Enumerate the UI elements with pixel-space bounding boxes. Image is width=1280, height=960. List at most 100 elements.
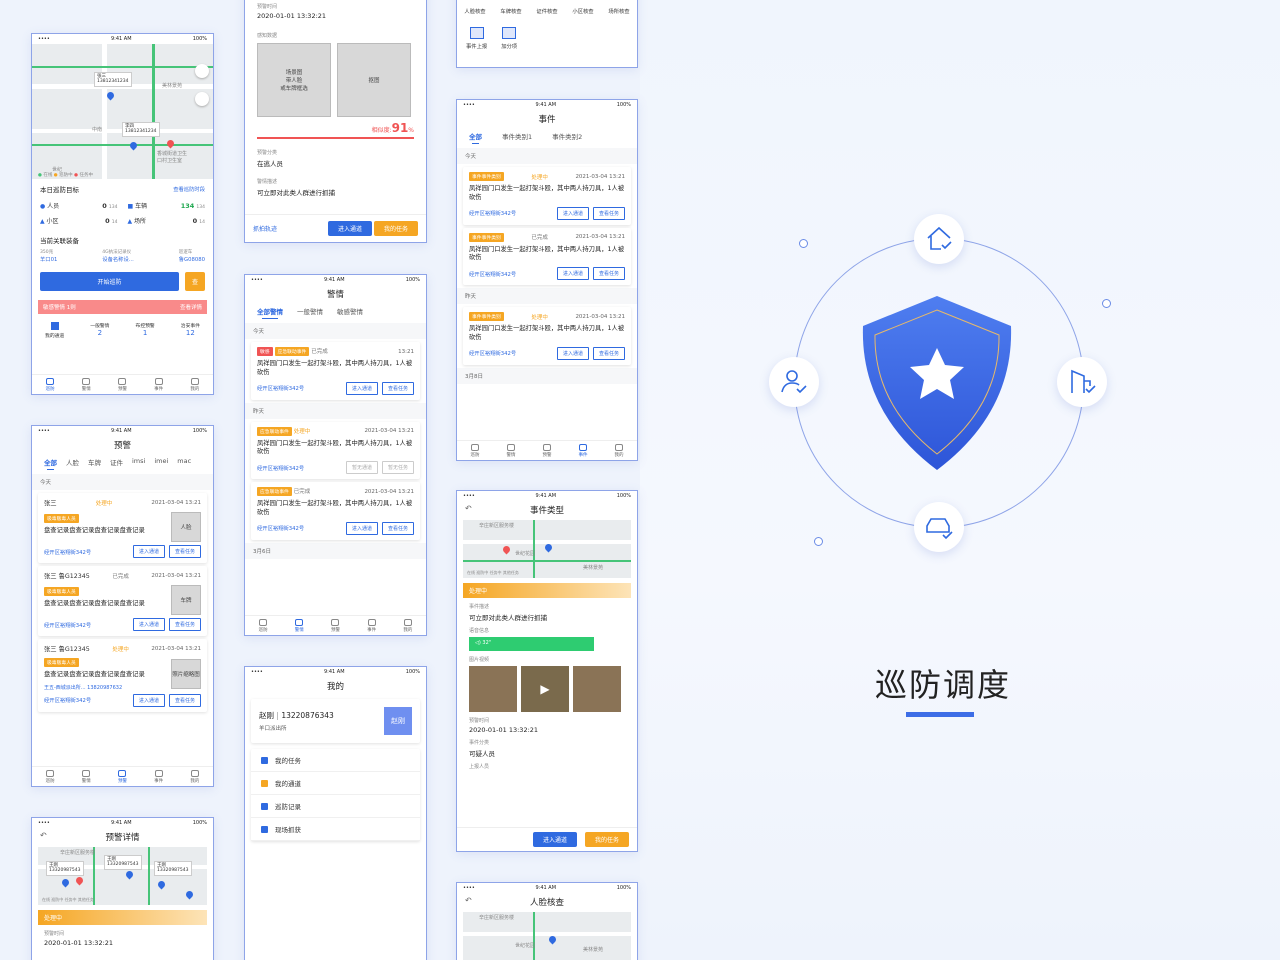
tab-all-events[interactable]: 全部: [469, 131, 482, 144]
check-button[interactable]: 查: [184, 272, 205, 291]
start-patrol-button[interactable]: 开始巡防: [40, 272, 179, 291]
nav-patrol[interactable]: 巡防: [471, 443, 480, 458]
tab-imei[interactable]: imei: [154, 457, 168, 467]
nav-alerts[interactable]: 警情: [507, 443, 516, 458]
menu-my-tasks[interactable]: 我的任务: [251, 749, 420, 772]
back-icon[interactable]: ↶: [465, 504, 472, 513]
patrol-pin-icon[interactable]: [543, 542, 554, 553]
enter-channel-button[interactable]: 进入通道: [556, 346, 589, 360]
face-check-item[interactable]: 人脸核查: [464, 7, 485, 15]
back-icon[interactable]: ↶: [40, 831, 47, 840]
nav-alerts[interactable]: 警情: [82, 769, 91, 784]
plate-check-item[interactable]: 车牌核查: [500, 7, 521, 15]
tab-event-type-2[interactable]: 事件类别2: [552, 131, 582, 141]
my-task-button[interactable]: 我的任务: [584, 832, 629, 847]
view-task-button[interactable]: 查看任务: [168, 545, 201, 558]
bonus-item[interactable]: 加分项: [501, 27, 517, 50]
nav-patrol[interactable]: 巡防: [46, 769, 55, 784]
control-alert-count[interactable]: 布控预警 1: [136, 322, 155, 339]
nav-alerts[interactable]: 警情: [82, 377, 91, 392]
nav-warnings[interactable]: 预警: [118, 377, 127, 392]
person-check-icon[interactable]: [769, 357, 819, 407]
tab-sensitive-incidents[interactable]: 敏感警情: [337, 306, 363, 316]
plate-thumbnail[interactable]: 车牌: [171, 585, 201, 615]
no-channel-button[interactable]: 暂无通道: [345, 461, 378, 475]
warning-card[interactable]: 张三 鲁G12345 处理中 2021-03-04 13:21 吸毒贩毒人员 盘查记录…: [38, 639, 207, 712]
event-report-item[interactable]: 事件上报: [466, 27, 487, 50]
no-task-button[interactable]: 暂无任务: [381, 461, 414, 475]
view-period-link[interactable]: 查看巡防时段: [173, 185, 205, 193]
enter-channel-button[interactable]: 进入通道: [556, 267, 589, 281]
venue-check-item[interactable]: 场所核查: [608, 7, 629, 15]
view-task-button[interactable]: 查看任务: [592, 346, 625, 360]
event-pin-icon[interactable]: [501, 544, 512, 555]
nav-warnings[interactable]: 预警: [543, 443, 552, 458]
patrol-pin-icon[interactable]: [156, 879, 167, 890]
event-card[interactable]: 事件事件类别 处理中 2021-03-04 13:21 凤祥园门口发生一起打架斗殴，…: [463, 307, 631, 365]
vehicle-check-icon[interactable]: [914, 502, 964, 552]
enter-channel-button[interactable]: 进入通道: [132, 618, 165, 631]
message-icon[interactable]: [195, 64, 209, 78]
security-event-count[interactable]: 治安事件 12: [181, 322, 200, 339]
menu-onsite-capture[interactable]: 现场抓获: [251, 818, 420, 841]
incident-card[interactable]: 敏感 应急联动事件 已完成 13:21 凤祥园门口发生一起打架斗殴，其中两人持刀具…: [251, 342, 420, 400]
media-thumbnail[interactable]: [469, 666, 517, 712]
enter-channel-button[interactable]: 进入通道: [328, 221, 373, 236]
nav-events[interactable]: 事件: [579, 443, 588, 458]
event-map[interactable]: 辛庄新区服务楼 世纪花园 美林景苑 在线 巡防中 任务中 其他任务: [463, 520, 631, 578]
detail-map[interactable]: 辛庄新区服务楼 王刚 13320987543 王刚 13320987543 王刚 13…: [38, 847, 207, 905]
id-check-item[interactable]: 证件核查: [536, 7, 557, 15]
photo-thumbnail[interactable]: 照片缩略图: [171, 659, 201, 690]
nav-alerts[interactable]: 警情: [295, 618, 304, 633]
nav-mine[interactable]: 我的: [615, 443, 624, 458]
tab-event-type-1[interactable]: 事件类别1: [502, 131, 532, 141]
scene-image[interactable]: 场景图 带人脸 或车牌框选: [257, 43, 331, 117]
avatar[interactable]: 赵刚: [384, 707, 412, 735]
warning-card[interactable]: 张三 鲁G12345 已完成 2021-03-04 13:21 吸毒贩毒人员 盘查记录…: [38, 566, 207, 636]
tab-mac[interactable]: mac: [177, 457, 191, 467]
nav-events[interactable]: 事件: [154, 769, 163, 784]
patrol-map[interactable]: 张三 13812341234 中南 李四 13812341234 香城街道卫生 口村…: [32, 44, 213, 179]
my-channel-shortcut[interactable]: 我的通道: [45, 322, 64, 339]
face-check-map[interactable]: 辛庄新区服务楼 世纪花园 美林景苑: [463, 912, 631, 960]
view-task-button[interactable]: 查看任务: [168, 693, 201, 707]
event-card[interactable]: 事件事件类别 已完成 2021-03-04 13:21 凤祥园门口发生一起打架斗殴，…: [463, 227, 631, 286]
alert-pin-icon[interactable]: [165, 138, 176, 149]
tab-imsi[interactable]: imsi: [132, 457, 145, 467]
nav-mine[interactable]: 我的: [190, 769, 199, 784]
capture-track-link[interactable]: 抓拍轨迹: [253, 224, 277, 233]
enter-channel-button[interactable]: 进入通道: [132, 693, 165, 707]
video-thumbnail[interactable]: ▶: [521, 666, 569, 712]
enter-channel-button[interactable]: 进入通道: [132, 545, 165, 558]
tab-general-incidents[interactable]: 一般警情: [297, 306, 323, 316]
warning-card[interactable]: 张三 处理中 2021-03-04 13:21 吸毒贩毒人员 盘查记录盘查记录盘查记录…: [38, 493, 207, 563]
patrol-pin-icon[interactable]: [124, 869, 135, 880]
patrol-pin-icon[interactable]: [105, 90, 116, 101]
community-check-item[interactable]: 小区核查: [572, 7, 593, 15]
incident-card[interactable]: 应急联动事件 处理中 2021-03-04 13:21 凤祥园门口发生一起打架斗殴…: [251, 421, 420, 480]
menu-my-channels[interactable]: 我的通道: [251, 772, 420, 795]
my-task-button[interactable]: 我的任务: [373, 221, 418, 236]
nav-patrol[interactable]: 巡防: [46, 377, 55, 392]
tab-id[interactable]: 证件: [110, 457, 123, 467]
general-alert-count[interactable]: 一般警情 2: [90, 322, 109, 339]
home-check-icon[interactable]: [914, 214, 964, 264]
incident-card[interactable]: 应急联动事件 已完成 2021-03-04 13:21 凤祥园门口发生一起打架斗殴…: [251, 482, 420, 540]
patrol-pin-icon[interactable]: [128, 140, 139, 151]
enter-channel-button[interactable]: 进入通道: [345, 381, 378, 395]
sensitive-alert-bar[interactable]: 敏感警情 1则 查看详情: [38, 300, 207, 314]
enter-channel-button[interactable]: 进入通道: [532, 832, 577, 847]
face-thumbnail[interactable]: 人脸: [171, 512, 201, 542]
cutout-image[interactable]: 抠图: [337, 43, 411, 117]
patrol-pin-icon[interactable]: [547, 934, 558, 945]
nav-mine[interactable]: 我的: [403, 618, 412, 633]
menu-patrol-records[interactable]: 巡防记录: [251, 795, 420, 818]
nav-warnings[interactable]: 预警: [118, 769, 127, 784]
view-task-button[interactable]: 查看任务: [381, 521, 414, 535]
enter-channel-button[interactable]: 进入通道: [345, 521, 378, 535]
patrol-pin-icon[interactable]: [60, 877, 71, 888]
media-thumbnail[interactable]: [573, 666, 621, 712]
nav-events[interactable]: 事件: [154, 377, 163, 392]
event-card[interactable]: 事件事件类别 处理中 2021-03-04 13:21 凤祥园门口发生一起打架斗殴，…: [463, 167, 631, 225]
view-task-button[interactable]: 查看任务: [168, 618, 201, 631]
